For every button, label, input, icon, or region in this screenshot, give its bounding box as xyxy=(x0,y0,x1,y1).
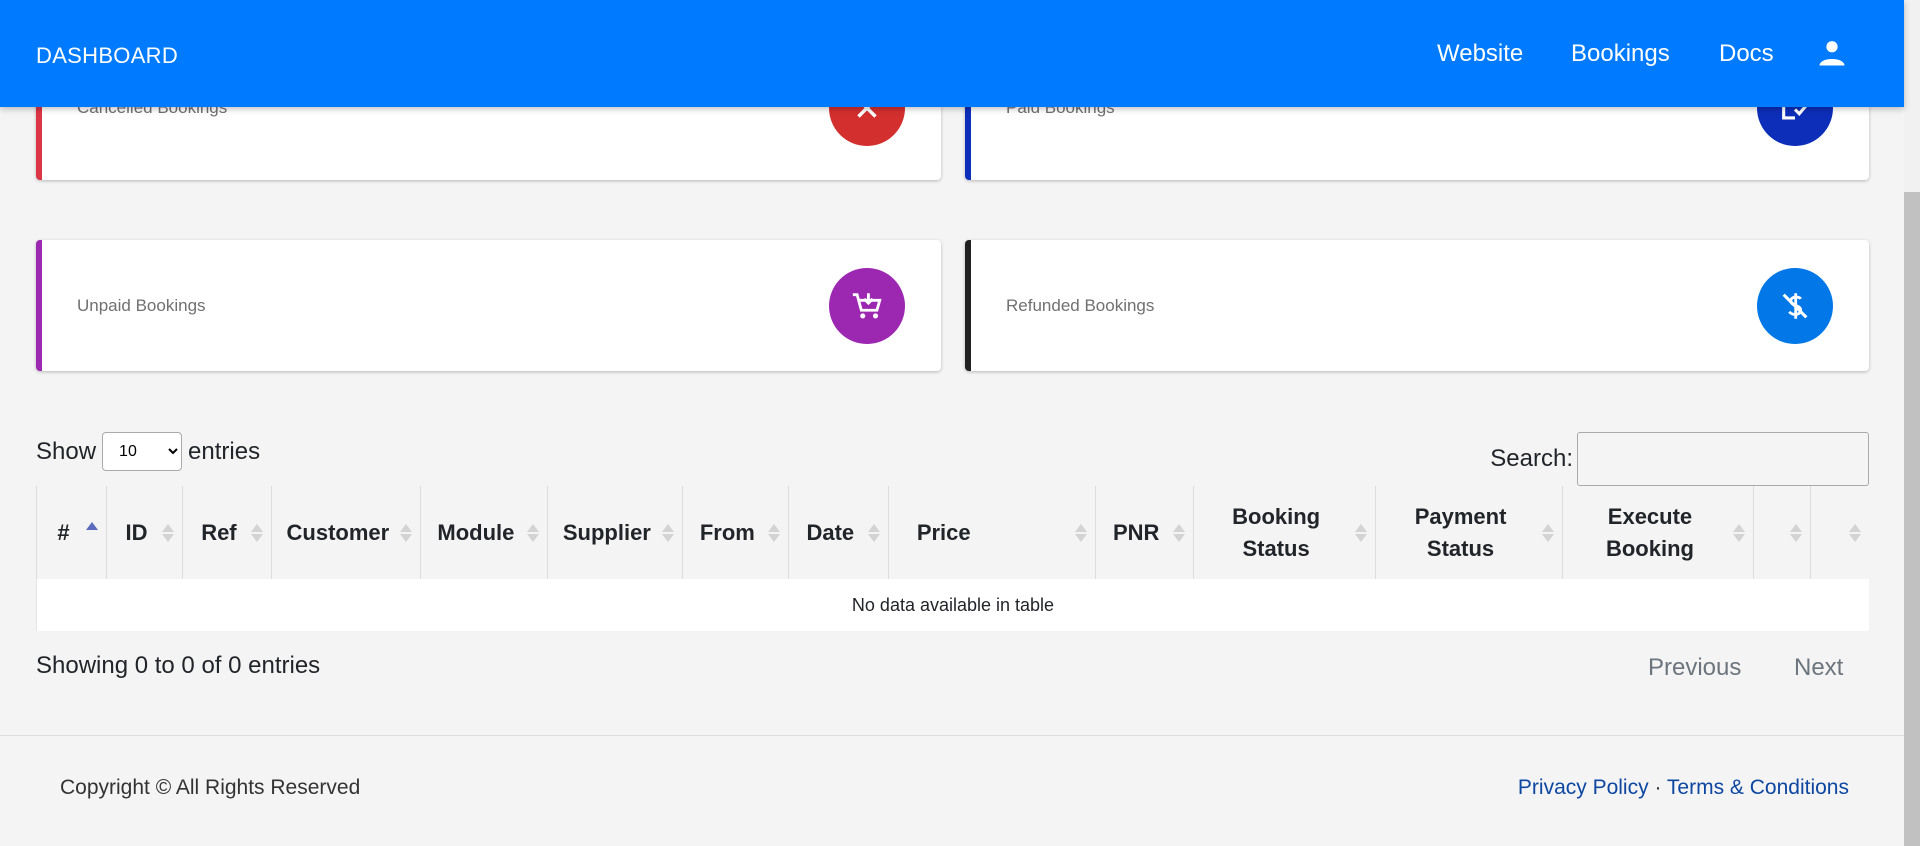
nav-link-bookings[interactable]: Bookings xyxy=(1571,40,1670,68)
footer-divider xyxy=(0,735,1904,736)
money-off-icon xyxy=(1757,267,1833,344)
column-header-execute-booking[interactable]: Execute Booking xyxy=(1562,486,1755,579)
scrollbar-thumb[interactable] xyxy=(1904,192,1920,846)
card-label: Refunded Bookings xyxy=(1006,295,1155,315)
entries-label: entries xyxy=(188,437,261,465)
user-icon[interactable] xyxy=(1817,38,1847,68)
footer-links: Privacy Policy · Terms & Conditions xyxy=(1518,776,1849,800)
privacy-policy-link[interactable]: Privacy Policy xyxy=(1518,776,1649,799)
column-header-blank-1[interactable] xyxy=(1753,486,1812,579)
previous-button[interactable]: Previous xyxy=(1648,654,1741,682)
column-header-pnr[interactable]: PNR xyxy=(1095,486,1194,579)
search-input[interactable] xyxy=(1577,432,1869,486)
empty-table-message: No data available in table xyxy=(36,579,1869,631)
column-header-supplier[interactable]: Supplier xyxy=(547,486,683,579)
footer-separator: · xyxy=(1654,776,1662,799)
table-header-row: # ID Ref Customer Module Supplier From D… xyxy=(36,486,1870,579)
column-header-from[interactable]: From xyxy=(682,486,789,579)
cart-icon xyxy=(829,267,905,344)
column-header-date[interactable]: Date xyxy=(788,486,889,579)
search-label: Search: xyxy=(1490,445,1573,472)
column-header-ref[interactable]: Ref xyxy=(182,486,272,579)
search-control: Search: xyxy=(1490,432,1869,486)
show-label: Show xyxy=(36,437,97,465)
nav-link-website[interactable]: Website xyxy=(1437,40,1523,68)
table-row: No data available in table xyxy=(36,579,1869,631)
column-header-module[interactable]: Module xyxy=(420,486,548,579)
column-header-number[interactable]: # xyxy=(36,486,107,579)
column-header-customer[interactable]: Customer xyxy=(271,486,421,579)
bookings-table: # ID Ref Customer Module Supplier From D… xyxy=(36,486,1869,631)
card-refunded-bookings: Refunded Bookings xyxy=(965,240,1869,371)
terms-conditions-link[interactable]: Terms & Conditions xyxy=(1667,776,1849,799)
table-info: Showing 0 to 0 of 0 entries xyxy=(36,652,321,679)
column-header-id[interactable]: ID xyxy=(106,486,183,579)
brand-title[interactable]: DASHBOARD xyxy=(36,43,178,69)
next-button[interactable]: Next xyxy=(1794,654,1843,682)
column-header-booking-status[interactable]: Booking Status xyxy=(1193,486,1376,579)
column-header-blank-2[interactable] xyxy=(1811,486,1869,579)
column-header-price[interactable]: Price xyxy=(888,486,1096,579)
column-header-payment-status[interactable]: Payment Status xyxy=(1375,486,1563,579)
copyright-text: Copyright © All Rights Reserved xyxy=(60,776,361,799)
entries-select[interactable]: 10 xyxy=(102,432,183,471)
top-navbar: DASHBOARD Website Bookings Docs xyxy=(0,0,1904,107)
entries-length-control: Show 10 entries xyxy=(36,432,260,471)
nav-link-docs[interactable]: Docs xyxy=(1719,40,1774,68)
card-unpaid-bookings: Unpaid Bookings xyxy=(36,240,941,371)
card-label: Unpaid Bookings xyxy=(77,295,206,315)
